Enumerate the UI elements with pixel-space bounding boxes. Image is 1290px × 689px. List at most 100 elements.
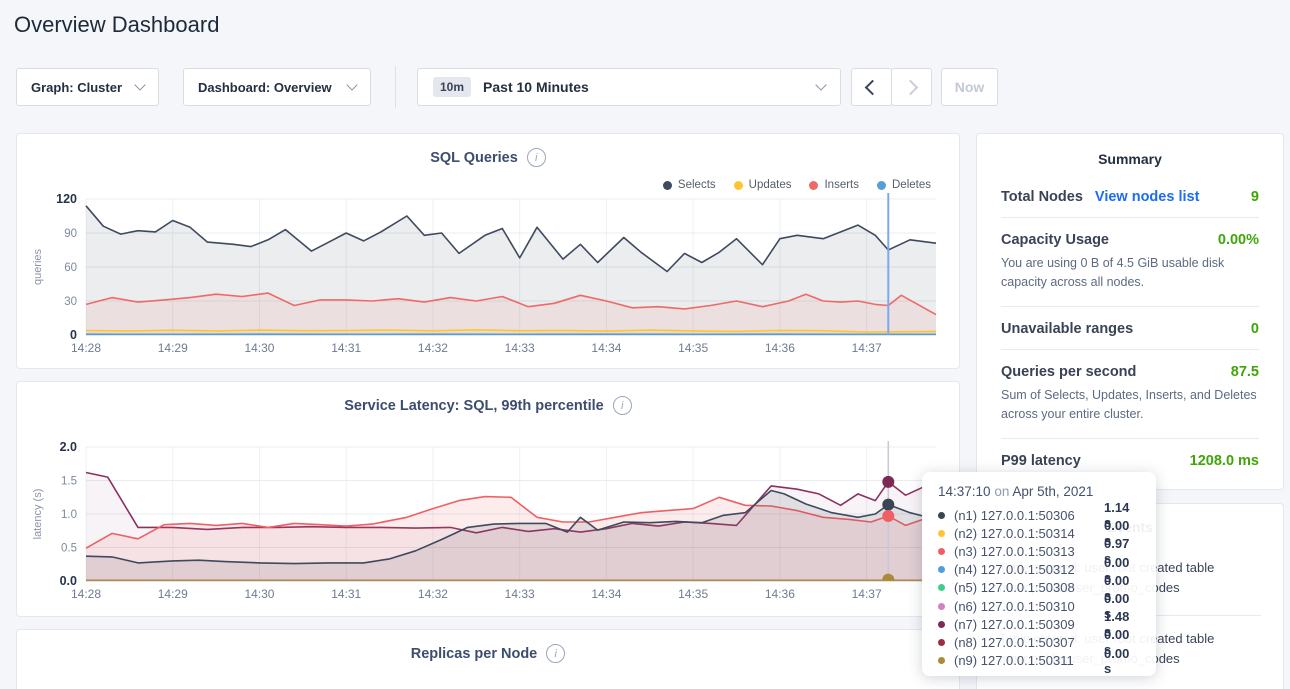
svg-text:14:36: 14:36: [765, 587, 795, 601]
tooltip-node-label: (n1) 127.0.0.1:50306: [954, 508, 1104, 523]
sql-queries-panel: 14:28 14:29 14:30 14:31 14:32 14:33 14:34 14:35…: [16, 133, 960, 369]
svg-text:14:28: 14:28: [71, 341, 101, 355]
capacity-usage-label: Capacity Usage: [1001, 232, 1109, 248]
svg-text:14:35: 14:35: [678, 341, 708, 355]
dashboard-dropdown[interactable]: Dashboard: Overview: [183, 68, 371, 106]
svg-text:30: 30: [64, 296, 77, 308]
svg-text:0.0: 0.0: [60, 574, 77, 588]
legend-item-deletes[interactable]: Deletes: [877, 179, 931, 191]
info-icon[interactable]: i: [527, 148, 546, 167]
svg-text:14:29: 14:29: [158, 341, 188, 355]
p99-latency-value: 1208.0 ms: [1190, 453, 1259, 469]
svg-text:14:33: 14:33: [505, 341, 535, 355]
tooltip-timestamp: 14:37:10 on Apr 5th, 2021: [938, 484, 1140, 499]
chart-hover-tooltip: 14:37:10 on Apr 5th, 2021 (n1) 127.0.0.1…: [922, 472, 1156, 676]
now-button-label: Now: [955, 79, 985, 95]
legend-label: Selects: [678, 179, 716, 191]
tooltip-node-label: (n4) 127.0.0.1:50312: [954, 562, 1104, 577]
svg-text:14:30: 14:30: [244, 341, 274, 355]
time-prev-button[interactable]: [851, 68, 892, 106]
tooltip-node-label: (n3) 127.0.0.1:50313: [954, 544, 1104, 559]
graph-dropdown[interactable]: Graph: Cluster: [16, 68, 159, 106]
svg-text:14:35: 14:35: [678, 587, 708, 601]
svg-text:14:32: 14:32: [418, 341, 448, 355]
chevron-down-icon: [134, 79, 145, 90]
node-dot-icon: [938, 639, 945, 646]
total-nodes-value: 9: [1251, 189, 1259, 205]
sql-queries-title: SQL Queries: [430, 150, 518, 166]
node-dot-icon: [938, 530, 945, 537]
node-dot-icon: [938, 621, 945, 628]
toolbar-divider: [395, 66, 396, 108]
tooltip-node-label: (n2) 127.0.0.1:50314: [954, 526, 1104, 541]
legend-item-inserts[interactable]: Inserts: [809, 179, 859, 191]
svg-text:14:29: 14:29: [158, 587, 188, 601]
svg-text:90: 90: [64, 228, 77, 240]
time-next-button[interactable]: [891, 68, 932, 106]
svg-text:1.0: 1.0: [61, 509, 77, 521]
svg-text:14:31: 14:31: [331, 587, 361, 601]
svg-text:14:30: 14:30: [244, 587, 274, 601]
p99-latency-label: P99 latency: [1001, 453, 1081, 469]
legend-label: Updates: [749, 179, 792, 191]
total-nodes-label: Total Nodes: [1001, 189, 1083, 205]
replicas-per-node-title: Replicas per Node: [411, 646, 538, 662]
deletes-dot-icon: [877, 181, 886, 190]
capacity-usage-value: 0.00%: [1218, 232, 1259, 248]
svg-text:14:34: 14:34: [591, 587, 621, 601]
now-button[interactable]: Now: [941, 68, 998, 106]
svg-text:120: 120: [56, 192, 77, 206]
tooltip-date: Apr 5th, 2021: [1012, 484, 1093, 499]
legend-item-selects[interactable]: Selects: [663, 179, 716, 191]
svg-text:14:28: 14:28: [71, 587, 101, 601]
svg-text:14:33: 14:33: [505, 587, 535, 601]
tooltip-node-list: (n1) 127.0.0.1:503061.14 s(n2) 127.0.0.1…: [938, 506, 1140, 670]
summary-row-total-nodes: Total Nodes View nodes list 9: [1001, 175, 1259, 217]
info-icon[interactable]: i: [613, 396, 632, 415]
time-range-selector[interactable]: 10m Past 10 Minutes: [417, 68, 841, 106]
summary-panel: Summary Total Nodes View nodes list 9 Ca…: [976, 133, 1284, 490]
svg-text:14:31: 14:31: [331, 341, 361, 355]
tooltip-row: (n9) 127.0.0.1:503110.00 s: [938, 652, 1140, 670]
service-latency-panel: 14:2814:2914:3014:3114:3214:3314:3414:35…: [16, 381, 960, 617]
svg-text:queries: queries: [32, 248, 44, 285]
tooltip-node-label: (n8) 127.0.0.1:50307: [954, 635, 1104, 650]
service-latency-chart[interactable]: 14:2814:2914:3014:3114:3214:3314:3414:35…: [17, 382, 961, 618]
page-title: Overview Dashboard: [14, 12, 219, 38]
svg-text:60: 60: [64, 262, 77, 274]
legend-item-updates[interactable]: Updates: [734, 179, 792, 191]
svg-text:2.0: 2.0: [60, 440, 77, 454]
legend-label: Inserts: [824, 179, 859, 191]
time-range-badge: 10m: [433, 77, 471, 97]
graph-dropdown-label: Graph: Cluster: [31, 80, 122, 95]
chevron-left-icon: [865, 79, 881, 95]
inserts-dot-icon: [809, 181, 818, 190]
svg-text:14:37: 14:37: [852, 341, 882, 355]
view-nodes-list-link[interactable]: View nodes list: [1095, 189, 1200, 205]
node-dot-icon: [938, 657, 945, 664]
summary-row-unavailable: Unavailable ranges 0: [1001, 307, 1259, 349]
tooltip-node-label: (n9) 127.0.0.1:50311: [954, 653, 1104, 668]
chevron-right-icon: [903, 79, 919, 95]
time-range-label: Past 10 Minutes: [483, 79, 589, 95]
sql-queries-chart[interactable]: 14:28 14:29 14:30 14:31 14:32 14:33 14:34 14:35…: [17, 134, 961, 370]
tooltip-node-label: (n5) 127.0.0.1:50308: [954, 580, 1104, 595]
summary-title: Summary: [977, 134, 1283, 167]
info-icon[interactable]: i: [546, 644, 565, 663]
tooltip-node-label: (n7) 127.0.0.1:50309: [954, 617, 1104, 632]
chevron-down-icon: [346, 79, 357, 90]
capacity-usage-desc: You are using 0 B of 4.5 GiB usable disk…: [1001, 254, 1259, 306]
svg-text:latency (s): latency (s): [32, 489, 44, 540]
node-dot-icon: [938, 512, 945, 519]
svg-text:1.5: 1.5: [61, 476, 77, 488]
tooltip-node-label: (n6) 127.0.0.1:50310: [954, 599, 1104, 614]
svg-text:14:37: 14:37: [852, 587, 882, 601]
service-latency-title: Service Latency: SQL, 99th percentile: [344, 398, 604, 414]
queries-per-second-desc: Sum of Selects, Updates, Inserts, and De…: [1001, 386, 1259, 438]
legend-label: Deletes: [892, 179, 931, 191]
overview-dashboard-page: Overview Dashboard Graph: Cluster Dashbo…: [0, 0, 1290, 689]
svg-text:0.5: 0.5: [61, 543, 77, 555]
sql-queries-legend: Selects Updates Inserts Deletes: [663, 179, 931, 191]
dashboard-dropdown-label: Dashboard: Overview: [198, 80, 332, 95]
svg-text:14:34: 14:34: [591, 341, 621, 355]
